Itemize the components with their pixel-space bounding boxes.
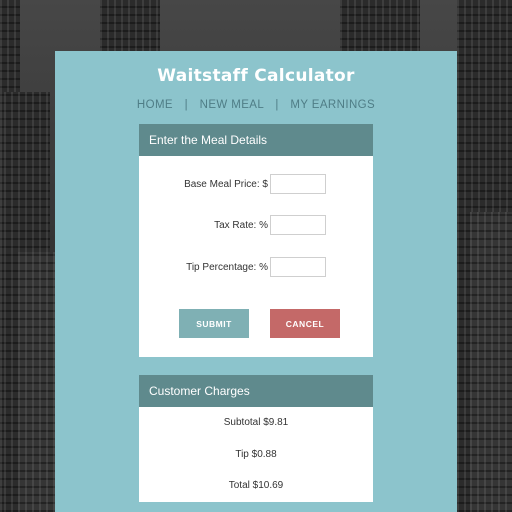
tip-percentage-input[interactable] <box>270 257 326 277</box>
tax-rate-label: Tax Rate: % <box>214 220 268 231</box>
tip-value: Tip $0.88 <box>235 449 277 460</box>
base-price-label: Base Meal Price: $ <box>184 179 268 190</box>
nav-new-meal[interactable]: NEW MEAL <box>200 99 264 111</box>
nav-separator: | <box>275 99 279 111</box>
nav-separator: | <box>184 99 189 111</box>
customer-charges-card: Customer Charges Subtotal $9.81 Tip $0.8… <box>139 375 373 502</box>
meal-details-card: Enter the Meal Details Base Meal Price: … <box>139 124 373 357</box>
tax-rate-input[interactable] <box>270 215 326 235</box>
submit-button[interactable]: SUBMIT <box>179 309 249 338</box>
tip-percentage-label: Tip Percentage: % <box>186 262 268 273</box>
page-title: Waitstaff Calculator <box>157 66 355 86</box>
nav-home[interactable]: HOME <box>137 99 173 111</box>
tip-percentage-row: Tip Percentage: % <box>139 257 373 279</box>
customer-charges-heading: Customer Charges <box>139 375 373 407</box>
cancel-button[interactable]: CANCEL <box>270 309 340 338</box>
tax-rate-row: Tax Rate: % <box>139 215 373 237</box>
base-price-input[interactable] <box>270 174 326 194</box>
top-nav: HOME | NEW MEAL | MY EARNINGS <box>0 99 512 111</box>
meal-details-heading: Enter the Meal Details <box>139 124 373 156</box>
nav-my-earnings[interactable]: MY EARNINGS <box>290 99 375 111</box>
base-price-row: Base Meal Price: $ <box>139 174 373 196</box>
subtotal-value: Subtotal $9.81 <box>223 417 289 428</box>
total-value: Total $10.69 <box>228 480 284 491</box>
